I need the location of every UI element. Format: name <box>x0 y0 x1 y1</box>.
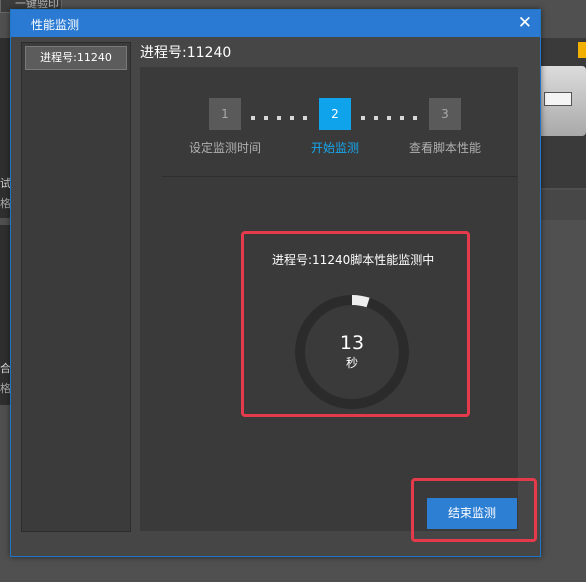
timer-unit: 秒 <box>345 356 358 370</box>
step-connector <box>361 105 426 120</box>
end-monitoring-button[interactable]: 结束监测 <box>427 498 517 529</box>
process-list-item[interactable]: 进程号:11240 <box>25 46 127 70</box>
step-1-number: 1 <box>209 98 241 130</box>
content-title: 进程号:11240 <box>140 45 232 61</box>
background-badge <box>578 42 586 58</box>
step-1-label: 设定监测时间 <box>188 141 261 155</box>
step-3-number: 3 <box>429 98 461 130</box>
close-icon[interactable]: ✕ <box>518 13 532 33</box>
dialog-title: 性能监测 <box>31 18 80 32</box>
dialog-titlebar: 性能监测 ✕ <box>11 10 540 37</box>
step-2-number: 2 <box>319 98 351 130</box>
step-2-label: 开始监测 <box>310 141 359 155</box>
timer-value: 13 <box>339 332 365 354</box>
monitor-status-box: 进程号:11240脚本性能监测中 13 秒 <box>241 231 470 417</box>
steps-divider <box>162 176 517 177</box>
monitor-status-text: 进程号:11240脚本性能监测中 <box>272 253 435 267</box>
process-list: 进程号:11240 <box>21 42 131 532</box>
step-connector <box>251 105 316 120</box>
background-product-image <box>538 66 586 136</box>
step-3-label: 查看脚本性能 <box>408 141 481 155</box>
